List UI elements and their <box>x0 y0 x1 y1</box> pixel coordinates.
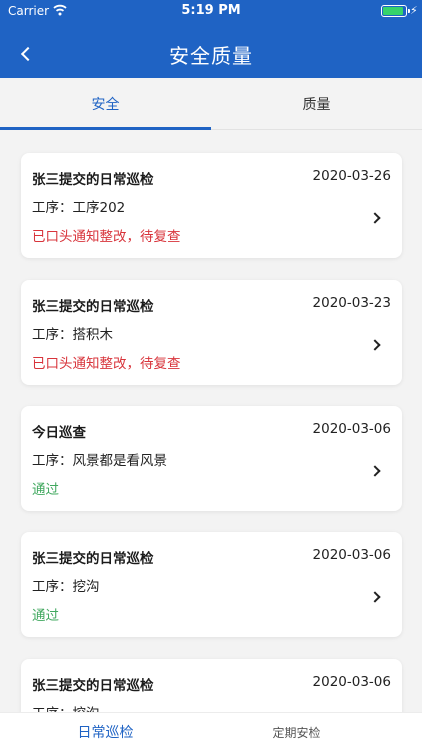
battery-icon <box>381 5 410 17</box>
card-title: 张三提交的日常巡检 <box>32 678 154 694</box>
card-title: 今日巡查 <box>32 425 86 441</box>
active-tab-indicator <box>0 127 211 130</box>
inspection-card[interactable]: 张三提交的日常巡检 2020-03-06 工序：挖沟 <box>21 659 402 712</box>
tab-quality[interactable]: 质量 <box>211 78 422 130</box>
inspection-card[interactable]: 张三提交的日常巡检 2020-03-23 工序：搭积木 已口头通知整改，待复查 <box>21 280 402 385</box>
category-tabs: 安全 质量 <box>0 78 422 130</box>
card-process: 工序：搭积木 <box>32 327 113 343</box>
tab-periodic-inspection[interactable]: 定期安检 <box>191 713 402 750</box>
chevron-right-icon <box>369 212 381 224</box>
tab-daily-inspection[interactable]: 日常巡检 <box>0 713 211 750</box>
inspection-card[interactable]: 张三提交的日常巡检 2020-03-06 工序：挖沟 通过 <box>21 532 402 637</box>
card-process: 工序：工序202 <box>32 200 126 216</box>
inspection-card[interactable]: 张三提交的日常巡检 2020-03-26 工序：工序202 已口头通知整改，待复… <box>21 153 402 258</box>
clock-time: 5:19 PM <box>181 3 241 18</box>
chevron-right-icon <box>369 339 381 351</box>
inspection-list[interactable]: 张三提交的日常巡检 2020-03-26 工序：工序202 已口头通知整改，待复… <box>0 131 422 712</box>
card-title: 张三提交的日常巡检 <box>32 551 154 567</box>
card-process: 工序：风景都是看风景 <box>32 453 167 469</box>
card-date: 2020-03-06 <box>312 547 391 563</box>
charging-icon: ⚡ <box>410 4 418 17</box>
inspection-card[interactable]: 今日巡查 2020-03-06 工序：风景都是看风景 通过 <box>21 406 402 511</box>
chevron-right-icon <box>369 591 381 603</box>
card-title: 张三提交的日常巡检 <box>32 172 154 188</box>
card-process: 工序：挖沟 <box>32 579 100 595</box>
chevron-right-icon <box>369 465 381 477</box>
card-status: 已口头通知整改，待复查 <box>32 229 181 245</box>
card-date: 2020-03-26 <box>312 168 391 184</box>
card-status: 通过 <box>32 482 59 498</box>
nav-header: Carrier 5:19 PM ⚡ 安全质量 <box>0 0 422 78</box>
card-status: 已口头通知整改，待复查 <box>32 356 181 372</box>
card-title: 张三提交的日常巡检 <box>32 299 154 315</box>
tab-safety[interactable]: 安全 <box>0 78 211 130</box>
bottom-tab-bar: 日常巡检 定期安检 <box>0 712 422 750</box>
card-status: 通过 <box>32 608 59 624</box>
status-bar: Carrier 5:19 PM ⚡ <box>0 0 422 24</box>
card-date: 2020-03-23 <box>312 295 391 311</box>
page-title: 安全质量 <box>169 44 253 68</box>
card-process: 工序：挖沟 <box>32 702 100 712</box>
card-date: 2020-03-06 <box>312 674 391 690</box>
card-date: 2020-03-06 <box>312 421 391 437</box>
